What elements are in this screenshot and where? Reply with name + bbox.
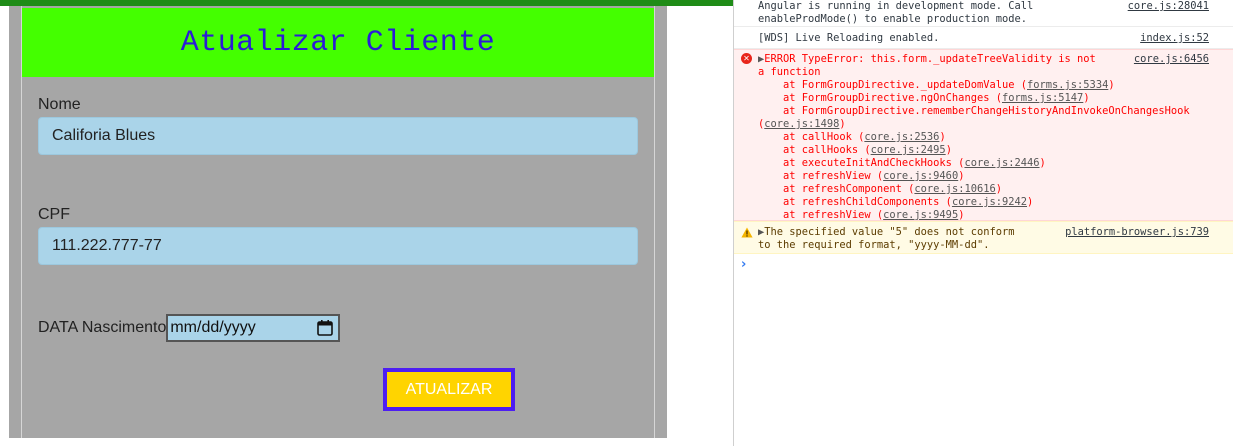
update-client-form: Atualizar Cliente Nome Califoria Blues C… xyxy=(21,6,655,438)
atualizar-button[interactable]: ATUALIZAR xyxy=(383,368,515,411)
nome-label: Nome xyxy=(38,96,81,113)
stack-frame: (core.js:1498) xyxy=(758,118,846,131)
stack-frame-end: ) xyxy=(1108,79,1115,91)
cpf-input-value: 111.222.777-77 xyxy=(52,237,162,254)
console-message-text: [WDS] Live Reloading enabled. xyxy=(758,32,940,44)
stack-frame-text: at refreshView ( xyxy=(758,170,884,182)
stack-frame-end: ) xyxy=(945,144,952,156)
nome-input-value: Califoria Blues xyxy=(52,127,156,144)
cpf-input[interactable]: 111.222.777-77 xyxy=(38,227,638,265)
stack-frame-end: ) xyxy=(1083,92,1090,104)
console-source-link[interactable]: index.js:52 xyxy=(1140,32,1209,45)
stack-frame-end: ) xyxy=(995,183,1002,195)
stack-frame-end: ) xyxy=(1039,157,1046,169)
stack-frame: at executeInitAndCheckHooks (core.js:244… xyxy=(758,157,1046,170)
stack-frame: at refreshView (core.js:9460) xyxy=(758,170,964,183)
stack-frame-end: ) xyxy=(1027,196,1034,208)
stack-frame-link[interactable]: core.js:1498 xyxy=(764,118,839,130)
stack-frame-link[interactable]: forms.js:5334 xyxy=(1027,79,1108,91)
stack-frame: at refreshComponent (core.js:10616) xyxy=(758,183,1002,196)
console-message-text: Angular is running in development mode. … xyxy=(758,0,1034,25)
console-message-warning: ▶The specified value "5" does not confor… xyxy=(734,221,1233,254)
console-message-error: ✕ ▶ERROR TypeError: this.form._updateTre… xyxy=(734,49,1233,221)
stack-frame-link[interactable]: core.js:2536 xyxy=(864,131,939,143)
stack-frame: at refreshChildComponents (core.js:9242) xyxy=(758,196,1033,209)
date-input-value: mm/dd/yyyy xyxy=(170,319,256,336)
stack-frame-text: at callHook ( xyxy=(758,131,865,143)
stack-frame-text: at refreshComponent ( xyxy=(758,183,915,195)
cpf-label: CPF xyxy=(38,206,70,223)
console-source-link[interactable]: core.js:28041 xyxy=(1128,0,1209,13)
data-nascimento-label: DATA Nascimento xyxy=(38,319,167,336)
page-title: Atualizar Cliente xyxy=(180,25,496,60)
stack-frame-text: at refreshChildComponents ( xyxy=(758,196,952,208)
stack-frame-end: ) xyxy=(839,118,846,130)
error-icon: ✕ xyxy=(741,53,752,64)
warning-icon xyxy=(741,227,753,238)
error-message-cont: a function xyxy=(758,66,821,78)
stack-frame: at FormGroupDirective.rememberChangeHist… xyxy=(758,105,1190,118)
data-nascimento-input[interactable]: mm/dd/yyyy xyxy=(166,314,341,342)
stack-frame-text: at callHooks ( xyxy=(758,144,871,156)
console-source-link[interactable]: platform-browser.js:739 xyxy=(1065,226,1209,239)
stack-frame: at FormGroupDirective.ngOnChanges (forms… xyxy=(758,92,1090,105)
atualizar-button-label: ATUALIZAR xyxy=(405,380,493,398)
stack-frame: at callHook (core.js:2536) xyxy=(758,131,946,144)
console-message-info: Angular is running in development mode. … xyxy=(734,0,1233,27)
stack-frame-link[interactable]: core.js:10616 xyxy=(914,183,995,195)
nome-input[interactable]: Califoria Blues xyxy=(38,117,638,155)
stack-frame-text: at refreshView ( xyxy=(758,209,884,221)
stack-frame: at callHooks (core.js:2495) xyxy=(758,144,952,157)
stack-frame-link[interactable]: forms.js:5147 xyxy=(1002,92,1083,104)
console-prompt[interactable]: › xyxy=(741,257,746,272)
stack-frame-link[interactable]: core.js:9495 xyxy=(883,209,958,221)
stack-frame: at FormGroupDirective._updateDomValue (f… xyxy=(758,79,1115,92)
stack-frame-end: ) xyxy=(958,170,965,182)
stack-frame-text: at FormGroupDirective._updateDomValue ( xyxy=(758,79,1027,91)
devtools-console: Angular is running in development mode. … xyxy=(733,0,1233,446)
stack-frame-text: at executeInitAndCheckHooks ( xyxy=(758,157,965,169)
date-row: DATA Nascimento mm/dd/yyyy xyxy=(38,314,341,342)
stack-frame-end: ) xyxy=(939,131,946,143)
stack-frame-text: at FormGroupDirective.ngOnChanges ( xyxy=(758,92,1002,104)
console-message-info: [WDS] Live Reloading enabled. index.js:5… xyxy=(734,27,1233,49)
stack-frame-link[interactable]: core.js:9460 xyxy=(883,170,958,182)
warning-message[interactable]: ▶The specified value "5" does not confor… xyxy=(758,226,1015,252)
stack-frame-text: at FormGroupDirective.rememberChangeHist… xyxy=(758,105,1190,117)
calendar-icon[interactable] xyxy=(316,319,334,337)
console-source-link[interactable]: core.js:6456 xyxy=(1134,53,1209,66)
form-header: Atualizar Cliente xyxy=(22,8,654,77)
stack-frame-link[interactable]: core.js:2446 xyxy=(964,157,1039,169)
stack-frame-end: ) xyxy=(958,209,965,221)
error-message[interactable]: ▶ERROR TypeError: this.form._updateTreeV… xyxy=(758,53,1096,66)
stack-frame-link[interactable]: core.js:9242 xyxy=(952,196,1027,208)
app-viewport: Atualizar Cliente Nome Califoria Blues C… xyxy=(0,0,733,446)
stack-frame-link[interactable]: core.js:2495 xyxy=(871,144,946,156)
